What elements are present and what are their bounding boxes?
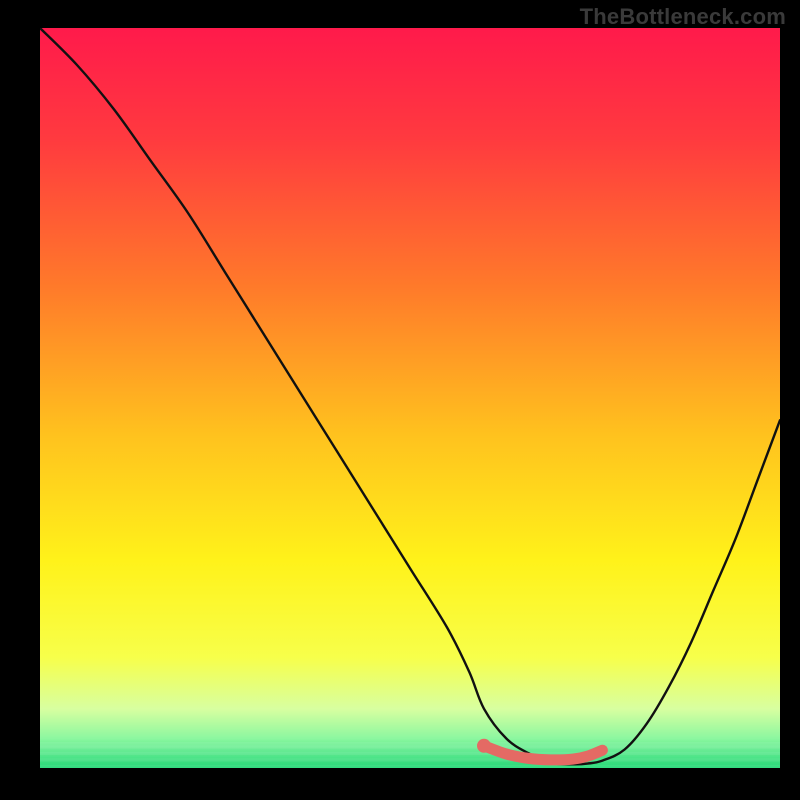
- chart-frame: TheBottleneck.com: [0, 0, 800, 800]
- chart-svg: [40, 28, 780, 768]
- green-band-stripe: [40, 762, 780, 765]
- green-band-stripe: [40, 758, 780, 761]
- plot-area: [40, 28, 780, 768]
- green-band-stripe: [40, 742, 780, 745]
- green-band-stripe: [40, 752, 780, 755]
- watermark-text: TheBottleneck.com: [580, 4, 786, 30]
- current-config-marker: [477, 739, 491, 753]
- green-band-stripe: [40, 755, 780, 758]
- green-band-stripe: [40, 745, 780, 748]
- green-band-stripe: [40, 749, 780, 752]
- green-band-stripe: [40, 765, 780, 768]
- gradient-background: [40, 28, 780, 768]
